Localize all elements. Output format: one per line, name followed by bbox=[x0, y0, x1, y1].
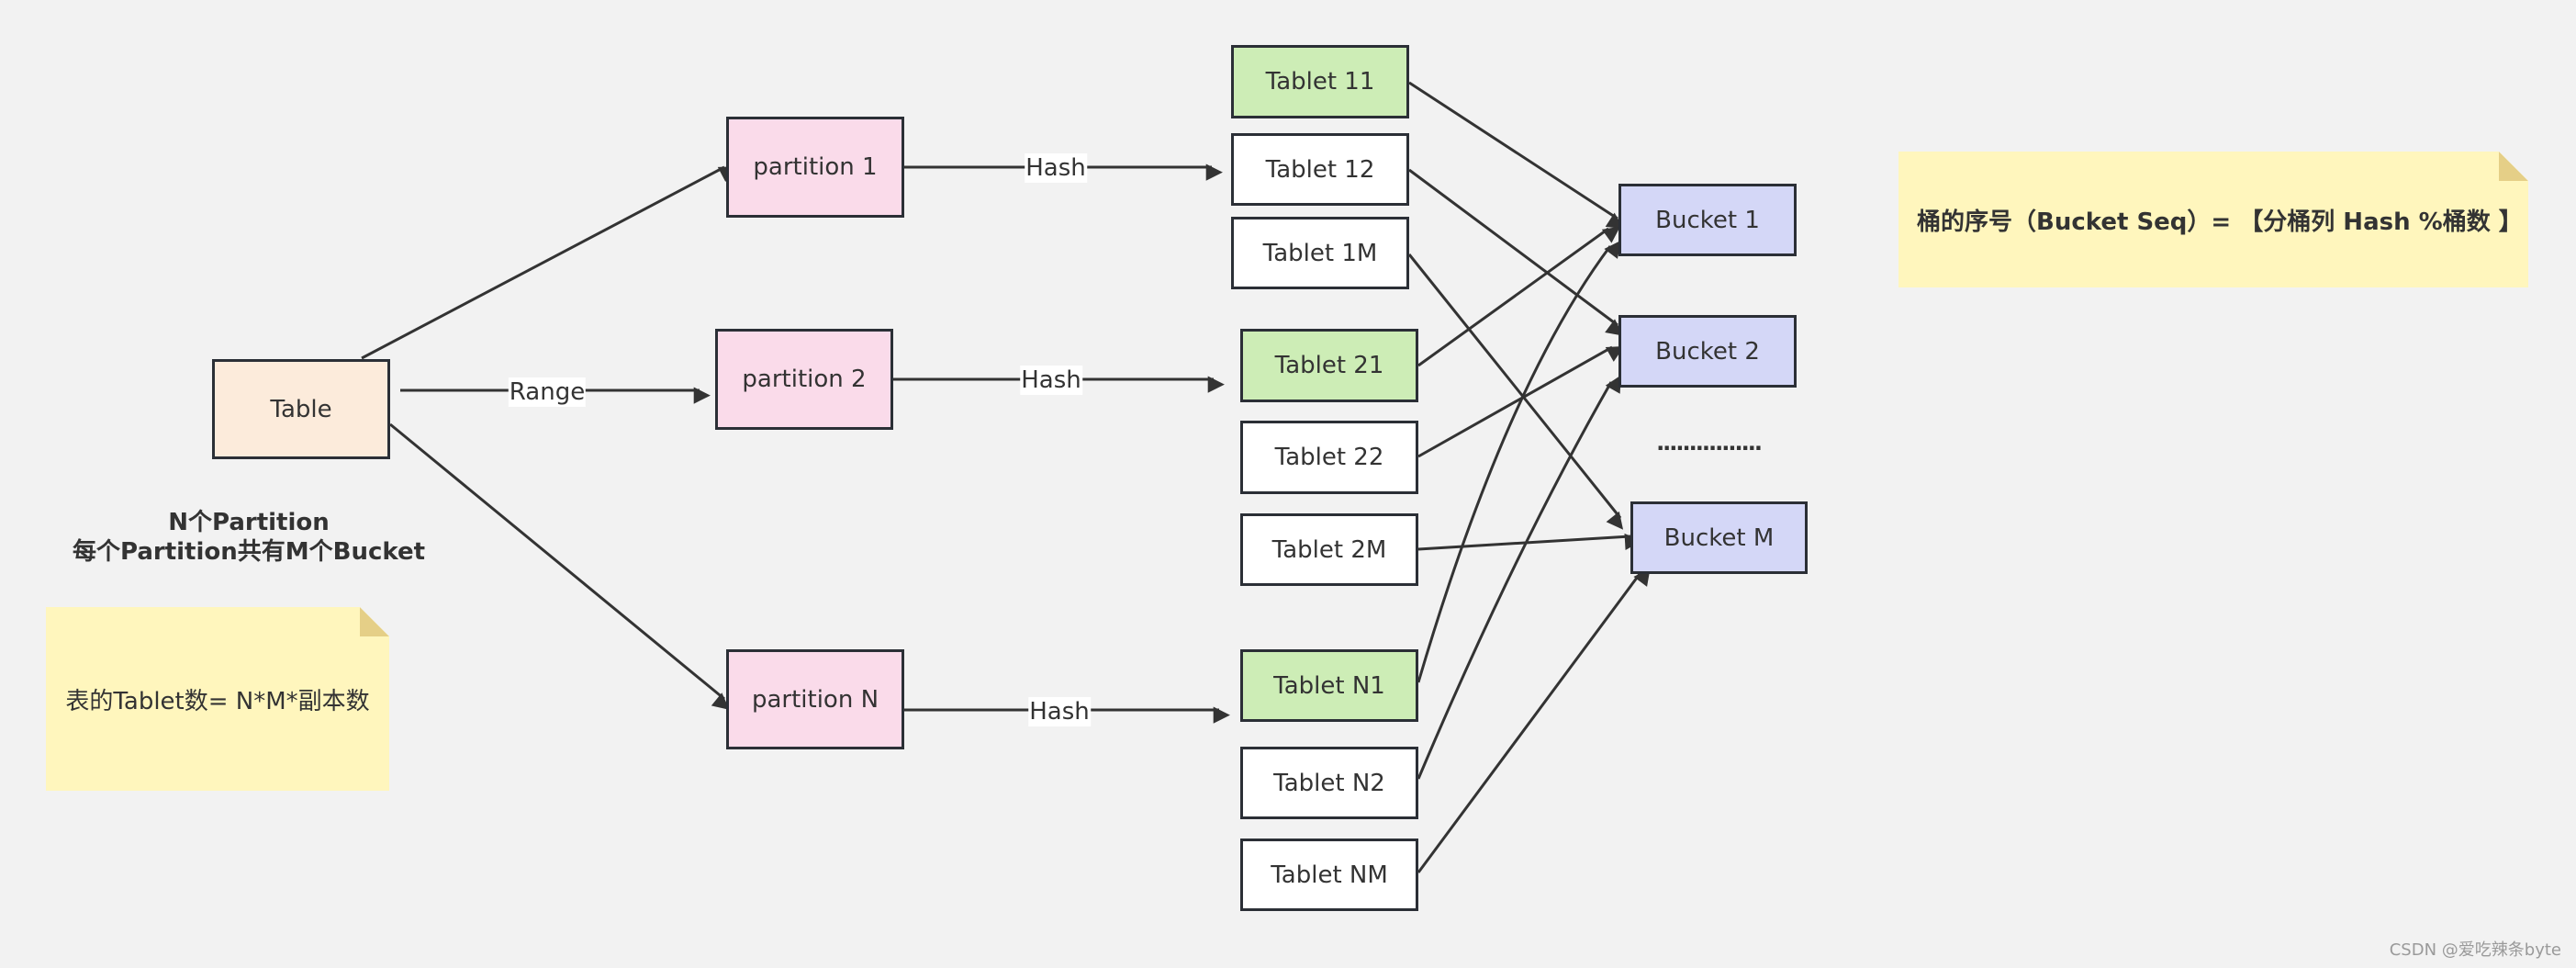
edge-label-range: Range bbox=[508, 377, 587, 407]
tablet-21-label: Tablet 21 bbox=[1274, 352, 1384, 379]
bucket-m-node[interactable]: Bucket M bbox=[1630, 501, 1808, 574]
edge-table-partition-1 bbox=[361, 165, 737, 360]
note-bucket-seq-text: 桶的序号（Bucket Seq）= 【分桶列 Hash %桶数 】 bbox=[1917, 208, 2523, 236]
bucket-ellipsis: ................ bbox=[1656, 430, 1763, 456]
edge-label-hash-1: Hash bbox=[1025, 153, 1087, 183]
tablet-22-label: Tablet 22 bbox=[1274, 444, 1384, 471]
tablet-nm-node[interactable]: Tablet NM bbox=[1240, 839, 1418, 911]
bucket-1-label: Bucket 1 bbox=[1655, 206, 1760, 234]
tablet-1m-label: Tablet 1M bbox=[1262, 239, 1378, 267]
partition-2-node[interactable]: partition 2 bbox=[715, 329, 893, 430]
edge-tablet-n1-bucket-1 bbox=[1417, 240, 1621, 683]
note-tablet-count[interactable]: 表的Tablet数= N*M*副本数 bbox=[46, 607, 389, 791]
watermark: CSDN @爱吃辣条byte bbox=[2389, 940, 2561, 960]
edge-tablet-nm-bucket-m bbox=[1417, 568, 1651, 873]
table-node-label: Table bbox=[270, 395, 332, 423]
tablet-nm-label: Tablet NM bbox=[1271, 861, 1388, 889]
tablet-1m-node[interactable]: Tablet 1M bbox=[1231, 217, 1409, 289]
edge-tablet-12-bucket-2 bbox=[1408, 168, 1624, 336]
partition-2-label: partition 2 bbox=[742, 366, 867, 393]
tablet-12-label: Tablet 12 bbox=[1265, 155, 1375, 184]
edge-tablet-1m-bucket-m bbox=[1407, 253, 1624, 530]
tablet-n2-label: Tablet N2 bbox=[1273, 769, 1385, 797]
bucket-2-label: Bucket 2 bbox=[1655, 337, 1760, 366]
tablet-21-node[interactable]: Tablet 21 bbox=[1240, 329, 1418, 402]
tablet-11-label: Tablet 11 bbox=[1265, 68, 1375, 96]
edge-tablet-11-bucket-1 bbox=[1408, 81, 1624, 230]
tablet-n1-label: Tablet N1 bbox=[1273, 671, 1385, 700]
edge-tablet-22-bucket-2 bbox=[1417, 345, 1625, 458]
partition-n-label: partition N bbox=[751, 685, 879, 714]
caption-line-1: N个Partition bbox=[168, 509, 330, 536]
edge-label-hash-2: Hash bbox=[1020, 366, 1082, 395]
tablet-12-node[interactable]: Tablet 12 bbox=[1231, 133, 1409, 206]
tablet-2m-label: Tablet 2M bbox=[1271, 535, 1387, 564]
tablet-n1-node[interactable]: Tablet N1 bbox=[1240, 649, 1418, 722]
note-tablet-count-text: 表的Tablet数= N*M*副本数 bbox=[65, 687, 370, 715]
tablet-n2-node[interactable]: Tablet N2 bbox=[1240, 747, 1418, 819]
bucket-2-node[interactable]: Bucket 2 bbox=[1618, 315, 1797, 388]
bucket-1-node[interactable]: Bucket 1 bbox=[1618, 184, 1797, 256]
caption-line-2: 每个Partition共有M个Bucket bbox=[72, 538, 426, 566]
edge-label-hash-n: Hash bbox=[1028, 697, 1091, 726]
partition-1-node[interactable]: partition 1 bbox=[726, 117, 904, 218]
partition-1-label: partition 1 bbox=[753, 153, 878, 181]
tablet-2m-node[interactable]: Tablet 2M bbox=[1240, 513, 1418, 586]
table-node[interactable]: Table bbox=[212, 359, 390, 459]
bucket-m-label: Bucket M bbox=[1663, 523, 1775, 552]
partition-caption: N个Partition 每个Partition共有M个Bucket bbox=[55, 508, 442, 567]
partition-n-node[interactable]: partition N bbox=[726, 649, 904, 749]
tablet-22-node[interactable]: Tablet 22 bbox=[1240, 421, 1418, 494]
tablet-11-node[interactable]: Tablet 11 bbox=[1231, 45, 1409, 118]
note-bucket-seq[interactable]: 桶的序号（Bucket Seq）= 【分桶列 Hash %桶数 】 bbox=[1898, 152, 2528, 287]
